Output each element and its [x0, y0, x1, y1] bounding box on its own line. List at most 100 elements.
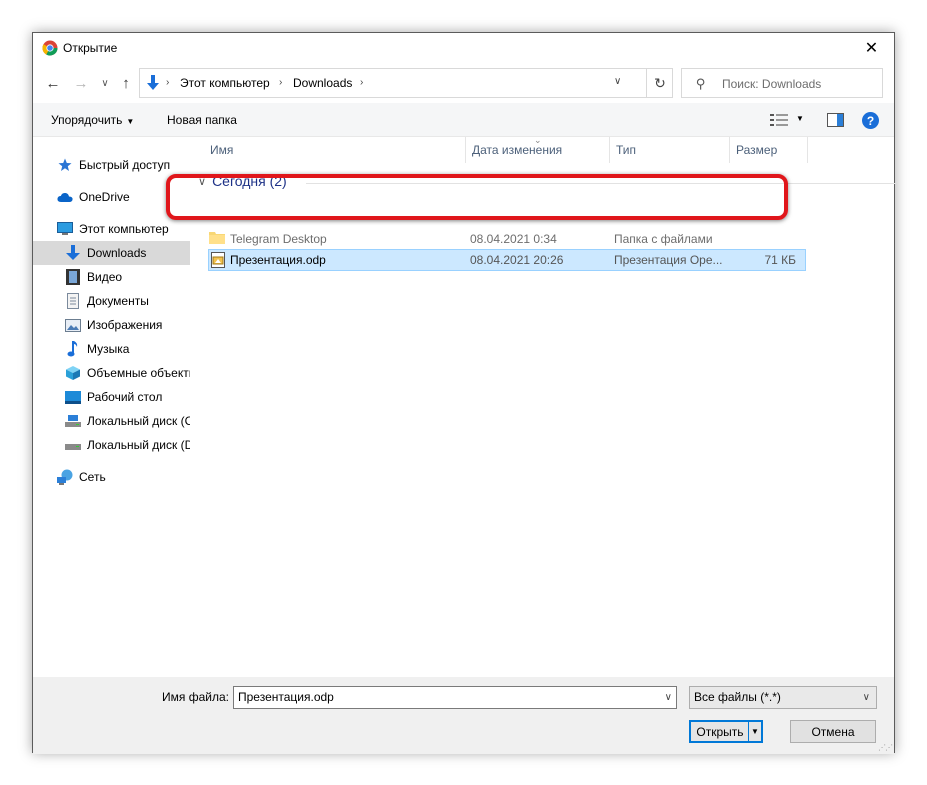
sidebar-item-music[interactable]: Музыка	[33, 337, 190, 361]
breadcrumb-separator-icon: ›	[166, 77, 170, 88]
forward-button[interactable]: →	[71, 73, 91, 93]
disk-icon	[65, 413, 81, 429]
caret-down-icon: ▼	[126, 117, 135, 126]
sidebar-item-label: Локальный диск (C:)	[87, 414, 190, 428]
file-type: Папка с файлами	[614, 232, 713, 246]
sidebar-item-desktop[interactable]: Рабочий стол	[33, 385, 190, 409]
refresh-icon: ↻	[654, 74, 666, 91]
sidebar-item-video[interactable]: Видео	[33, 265, 190, 289]
column-header-date[interactable]: Дата изменения	[466, 137, 610, 163]
resize-grip-icon[interactable]: ⋰⋰	[878, 743, 893, 752]
desktop-icon	[65, 389, 81, 405]
download-folder-icon	[147, 75, 159, 90]
address-bar[interactable]: › Этот компьютер › Downloads › ∨ ↻	[139, 68, 673, 98]
file-size: 71 КБ	[764, 253, 796, 267]
sidebar-item-label: Видео	[87, 270, 123, 284]
sidebar-item-network[interactable]: Сеть	[33, 465, 190, 489]
filename-input[interactable]: Презентация.odp ∨	[233, 686, 677, 709]
file-name: Презентация.odp	[230, 253, 326, 267]
filetype-select[interactable]: Все файлы (*.*) ∨	[689, 686, 877, 709]
sidebar-item-label: Документы	[87, 294, 149, 308]
chevron-down-icon: ∨	[101, 77, 109, 89]
network-icon	[57, 469, 73, 485]
refresh-button[interactable]: ↻	[646, 69, 673, 97]
filename-label: Имя файла:	[162, 690, 229, 704]
computer-icon	[57, 221, 73, 237]
sidebar-item-label: Локальный диск (D:)	[87, 438, 190, 452]
preview-pane-icon[interactable]	[827, 113, 844, 127]
cloud-icon	[57, 189, 73, 205]
document-icon	[65, 293, 81, 309]
breadcrumb-downloads[interactable]: Downloads	[293, 76, 352, 90]
open-file-dialog: Открытие ✕ ← → ∨ ↑ › Этот компьютер › Do…	[32, 32, 896, 754]
organize-button[interactable]: Упорядочить ▼	[51, 113, 134, 127]
sidebar-item-label: Быстрый доступ	[79, 158, 171, 172]
sidebar-item-label: Музыка	[87, 342, 130, 356]
file-date: 08.04.2021 0:34	[470, 232, 557, 246]
highlight-annotation	[166, 174, 788, 220]
address-dropdown-icon[interactable]: ∨	[614, 76, 621, 87]
chevron-down-icon[interactable]: ∨	[665, 692, 672, 703]
title-bar: Открытие ✕	[33, 33, 894, 63]
sidebar-item-label: Сеть	[79, 470, 106, 484]
filename-value: Презентация.odp	[238, 690, 334, 704]
sidebar-item-quick-access[interactable]: Быстрый доступ	[33, 153, 190, 177]
sidebar-item-disk-c[interactable]: Локальный диск (C:)	[33, 409, 190, 433]
column-header-type[interactable]: Тип	[610, 137, 730, 163]
close-button[interactable]: ✕	[849, 33, 894, 63]
search-icon: ⚲	[696, 76, 706, 91]
close-icon: ✕	[864, 40, 879, 57]
sidebar-item-downloads[interactable]: Downloads	[33, 241, 190, 265]
arrow-up-icon: ↑	[122, 74, 130, 92]
sidebar-item-label: Downloads	[87, 246, 147, 260]
sidebar-item-label: Этот компьютер	[79, 222, 169, 236]
filename-label-text: Имя файла:	[162, 690, 229, 704]
music-icon	[65, 341, 81, 357]
navigation-pane: Быстрый доступ OneDrive Этот компьютер D…	[33, 137, 190, 677]
column-header-name[interactable]: Имя	[204, 137, 466, 163]
sidebar-item-3d-objects[interactable]: Объемные объекты	[33, 361, 190, 385]
organize-label: Упорядочить	[51, 113, 123, 127]
sidebar-item-disk-d[interactable]: Локальный диск (D:)	[33, 433, 190, 457]
breadcrumb-this-pc[interactable]: Этот компьютер	[180, 76, 270, 90]
sidebar-item-label: OneDrive	[79, 190, 130, 204]
recent-locations-button[interactable]: ∨	[95, 73, 115, 93]
view-options-icon[interactable]	[770, 113, 788, 127]
footer-panel: Имя файла: Презентация.odp ∨ Все файлы (…	[33, 677, 894, 754]
toolbar: Упорядочить ▼ Новая папка ▼ ?	[33, 103, 894, 137]
sidebar-item-label: Изображения	[87, 318, 163, 332]
column-header-size[interactable]: Размер	[730, 137, 808, 163]
breadcrumb-separator-icon: ›	[279, 77, 283, 88]
folder-icon	[209, 232, 225, 244]
sidebar-item-pictures[interactable]: Изображения	[33, 313, 190, 337]
chrome-icon	[42, 40, 58, 56]
arrow-right-icon: →	[73, 74, 89, 92]
sidebar-item-label: Рабочий стол	[87, 390, 163, 404]
help-icon[interactable]: ?	[862, 112, 879, 129]
open-split-dropdown-icon[interactable]: ▼	[748, 722, 761, 741]
download-icon	[65, 245, 81, 261]
star-icon	[57, 157, 73, 173]
image-icon	[65, 317, 81, 333]
filetype-value: Все файлы (*.*)	[694, 690, 781, 704]
search-input[interactable]: ⚲ Поиск: Downloads	[681, 68, 883, 98]
open-label: Открыть	[696, 724, 744, 739]
file-name: Telegram Desktop	[230, 232, 327, 246]
view-dropdown-icon[interactable]: ▼	[796, 114, 804, 123]
sidebar-item-this-pc[interactable]: Этот компьютер	[33, 217, 190, 241]
cube-icon	[65, 365, 81, 381]
new-folder-button[interactable]: Новая папка	[167, 113, 237, 127]
back-button[interactable]: ←	[43, 73, 63, 93]
sidebar-item-documents[interactable]: Документы	[33, 289, 190, 313]
window-title: Открытие	[63, 41, 118, 55]
arrow-left-icon: ←	[45, 74, 61, 92]
file-row-telegram-desktop[interactable]: Telegram Desktop 08.04.2021 0:34 Папка с…	[208, 228, 806, 250]
sidebar-item-label: Объемные объекты	[87, 366, 190, 380]
up-button[interactable]: ↑	[116, 73, 136, 93]
cancel-button[interactable]: Отмена	[790, 720, 876, 743]
file-row-presentation[interactable]: Презентация.odp 08.04.2021 20:26 Презент…	[208, 249, 806, 271]
open-button[interactable]: Открыть ▼	[689, 720, 763, 743]
odp-file-icon	[211, 252, 225, 268]
file-type: Презентация Ope...	[614, 253, 723, 267]
address-row: ← → ∨ ↑ › Этот компьютер › Downloads › ∨…	[33, 67, 894, 99]
